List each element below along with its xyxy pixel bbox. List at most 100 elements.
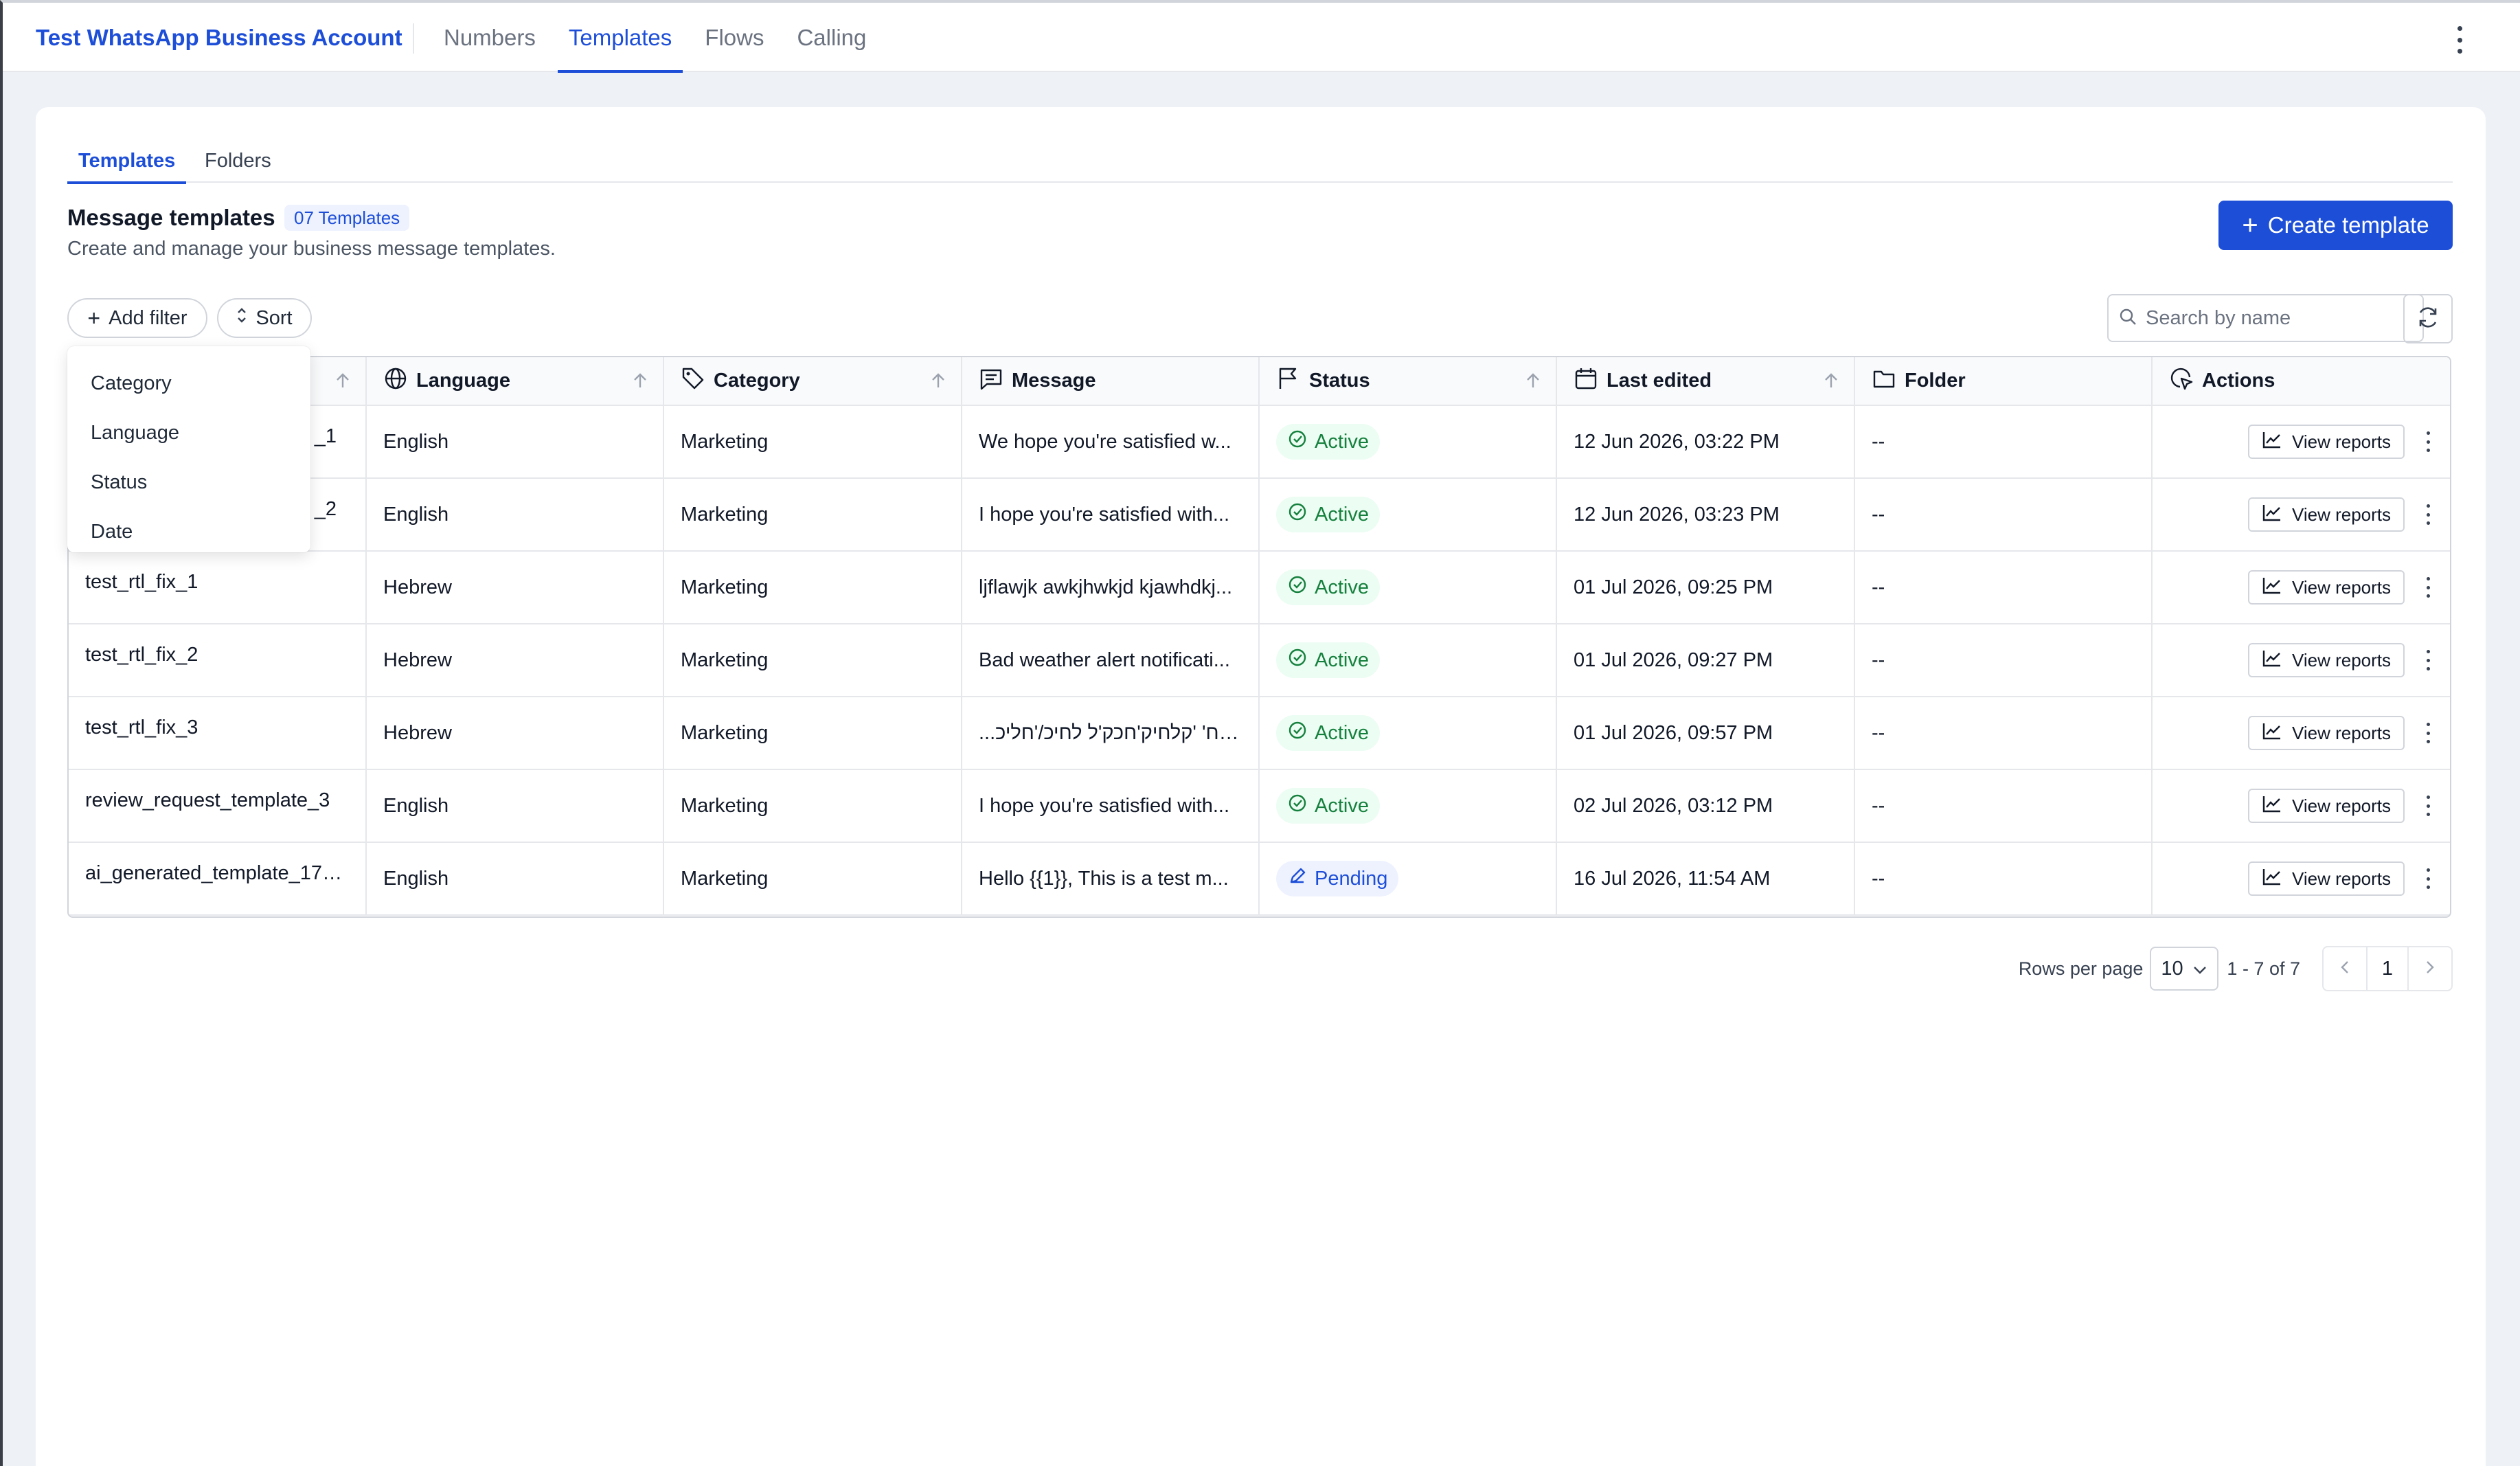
table-row[interactable]: ai_generated_template_178... English Marke… <box>69 842 2450 916</box>
search-icon <box>2118 307 2137 330</box>
create-template-button[interactable]: + Create template <box>2218 201 2453 250</box>
subtab-folders[interactable]: Folders <box>205 150 271 172</box>
search-input[interactable] <box>2146 306 2407 330</box>
tab-flows[interactable]: Flows <box>705 3 764 72</box>
view-reports-label: View reports <box>2291 431 2391 452</box>
sort-up-icon[interactable] <box>1824 372 1839 396</box>
view-reports-button[interactable]: View reports <box>2247 861 2405 896</box>
language-cell: English <box>366 405 664 479</box>
row-more-icon[interactable] <box>2422 431 2433 452</box>
refresh-button[interactable] <box>2403 294 2453 343</box>
check-circle-icon <box>1287 501 1308 528</box>
next-page-button[interactable] <box>2409 947 2451 990</box>
more-options-icon[interactable] <box>2453 26 2466 54</box>
tab-numbers[interactable]: Numbers <box>444 3 536 72</box>
message-cell: We hope you're satisfied w... <box>962 405 1260 479</box>
folder-cell: -- <box>1854 769 2153 843</box>
column-header-status[interactable]: Status <box>1259 357 1557 406</box>
folder-cell: -- <box>1854 842 2153 916</box>
sort-up-icon[interactable] <box>1525 372 1541 396</box>
table-row[interactable]: test_rtl_fix_1 Hebrew Marketing ljflawjk aw… <box>69 551 2450 624</box>
table-row[interactable]: review_request_template_3 English Marketin… <box>69 769 2450 843</box>
folder-cell: -- <box>1854 551 2153 624</box>
actions-cell: View reports <box>2152 405 2450 479</box>
template-name-cell[interactable]: test_rtl_fix_2 <box>69 624 367 697</box>
refresh-icon <box>2415 304 2441 334</box>
table-row[interactable]: _1 English Marketing We hope you're satisfi… <box>69 405 2450 479</box>
chart-icon <box>2262 867 2282 891</box>
view-reports-button[interactable]: View reports <box>2247 425 2405 459</box>
top-nav: Numbers Templates Flows Calling <box>444 3 899 73</box>
column-header-category[interactable]: Category <box>663 357 962 406</box>
sort-button[interactable]: Sort <box>217 298 312 338</box>
pager: 1 <box>2322 946 2453 991</box>
filter-option-category[interactable]: Category <box>67 359 310 408</box>
row-more-icon[interactable] <box>2422 723 2433 743</box>
table-row[interactable]: test_rtl_fix_3 Hebrew Marketing ...יכלח' 'ק… <box>69 697 2450 770</box>
column-header-last-edited[interactable]: Last edited <box>1556 357 1855 406</box>
page-number-button[interactable]: 1 <box>2366 947 2409 990</box>
table-row[interactable]: _2 English Marketing I hope you're satisfie… <box>69 478 2450 552</box>
message-cell: ...יכלח' 'קלחיק'חכק'ל לחיכ/'חליכ <box>962 697 1260 770</box>
filter-option-status[interactable]: Status <box>67 458 310 507</box>
chart-icon <box>2262 649 2282 673</box>
subtab-templates[interactable]: Templates <box>67 150 187 184</box>
column-label: Last edited <box>1607 370 1712 392</box>
last-edited-cell: 02 Jul 2026, 03:12 PM <box>1556 769 1855 843</box>
view-reports-button[interactable]: View reports <box>2247 570 2405 605</box>
column-label: Status <box>1309 370 1370 392</box>
plus-icon: + <box>2242 210 2258 240</box>
message-cell: ljflawjk awkjhwkjd kjawhdkj... <box>962 551 1260 624</box>
category-cell: Marketing <box>663 405 962 479</box>
actions-cell: View reports <box>2152 624 2450 697</box>
view-reports-label: View reports <box>2291 576 2391 598</box>
sort-up-icon[interactable] <box>633 372 648 396</box>
template-name-cell[interactable]: test_rtl_fix_3 <box>69 697 367 770</box>
tab-calling[interactable]: Calling <box>797 3 866 72</box>
column-header-language[interactable]: Language <box>366 357 664 406</box>
sort-up-icon[interactable] <box>335 372 350 396</box>
column-header-message[interactable]: Message <box>962 357 1260 406</box>
last-edited-cell: 01 Jul 2026, 09:57 PM <box>1556 697 1855 770</box>
last-edited-cell: 16 Jul 2026, 11:54 AM <box>1556 842 1855 916</box>
row-more-icon[interactable] <box>2422 577 2433 598</box>
row-more-icon[interactable] <box>2422 796 2433 816</box>
category-cell: Marketing <box>663 842 962 916</box>
filter-option-date[interactable]: Date <box>67 507 310 556</box>
template-name-cell[interactable]: review_request_template_3 <box>69 769 367 843</box>
language-cell: Hebrew <box>366 624 664 697</box>
actions-cell: View reports <box>2152 697 2450 770</box>
folder-cell: -- <box>1854 405 2153 479</box>
status-badge: Active <box>1276 715 1380 751</box>
view-reports-button[interactable]: View reports <box>2247 497 2405 532</box>
sort-up-icon[interactable] <box>931 372 946 396</box>
row-more-icon[interactable] <box>2422 868 2433 889</box>
rows-per-page-select[interactable]: 10 <box>2150 947 2219 991</box>
template-name-cell[interactable]: ai_generated_template_178... <box>69 842 367 916</box>
view-reports-button[interactable]: View reports <box>2247 643 2405 677</box>
column-header-folder[interactable]: Folder <box>1854 357 2153 406</box>
rows-per-page-label: Rows per page <box>2018 958 2144 979</box>
account-title[interactable]: Test WhatsApp Business Account <box>36 25 402 51</box>
row-more-icon[interactable] <box>2422 504 2433 525</box>
view-reports-button[interactable]: View reports <box>2247 789 2405 823</box>
status-label: Pending <box>1315 867 1388 890</box>
language-cell: English <box>366 842 664 916</box>
table-header-row: Language Category Message Status Last ed… <box>69 357 2450 406</box>
add-filter-button[interactable]: + Add filter <box>67 298 207 338</box>
search-field[interactable] <box>2107 294 2424 342</box>
view-reports-button[interactable]: View reports <box>2247 716 2405 750</box>
status-badge: Active <box>1276 424 1380 460</box>
filter-option-language[interactable]: Language <box>67 408 310 458</box>
table-row[interactable]: test_rtl_fix_2 Hebrew Marketing Bad weather… <box>69 624 2450 697</box>
prev-page-button[interactable] <box>2324 947 2366 990</box>
tab-templates[interactable]: Templates <box>557 3 683 73</box>
status-cell: Active <box>1259 551 1557 624</box>
template-name: ai_generated_template_178... <box>85 862 350 884</box>
template-count-badge: 07 Templates <box>284 205 410 231</box>
status-cell: Active <box>1259 769 1557 843</box>
plus-icon: + <box>87 305 101 330</box>
row-more-icon[interactable] <box>2422 650 2433 670</box>
last-edited-cell: 12 Jun 2026, 03:22 PM <box>1556 405 1855 479</box>
template-name-cell[interactable]: test_rtl_fix_1 <box>69 551 367 624</box>
